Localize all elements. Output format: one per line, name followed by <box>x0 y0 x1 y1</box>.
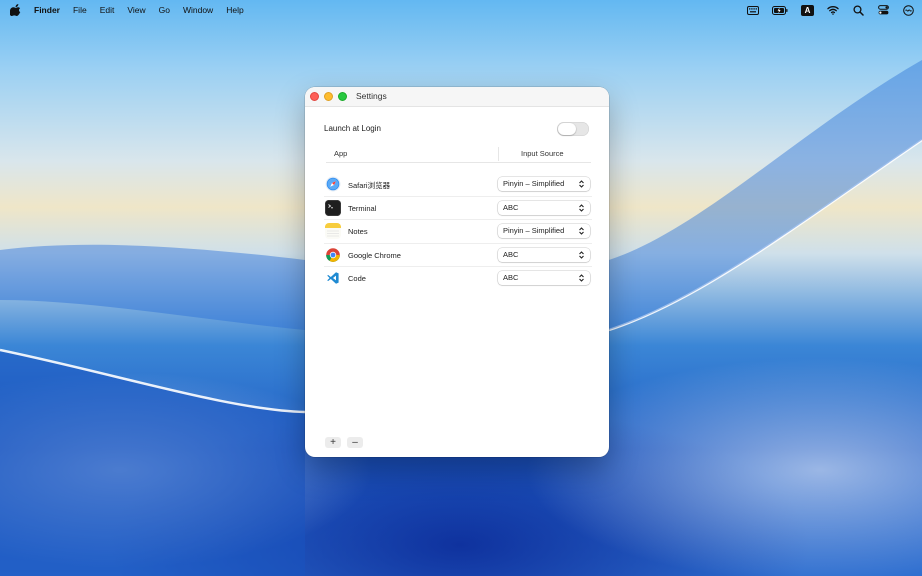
notes-icon <box>325 223 341 239</box>
app-name: Google Chrome <box>348 250 401 260</box>
table-row[interactable]: Google Chrome ABC <box>324 244 592 267</box>
apple-logo-icon[interactable] <box>10 4 22 16</box>
input-source-popup[interactable]: Pinyin – Simplified <box>498 224 590 238</box>
input-source-value: ABC <box>503 202 519 212</box>
add-app-button[interactable]: + <box>325 437 341 448</box>
input-source-popup[interactable]: ABC <box>498 247 590 262</box>
menu-edit[interactable]: Edit <box>100 5 115 15</box>
launch-at-login-toggle[interactable] <box>557 122 589 136</box>
remove-app-button[interactable]: – <box>347 437 363 448</box>
table-row[interactable]: Safari浏览器 Pinyin – Simplified <box>324 173 592 197</box>
app-name: Notes <box>348 227 368 236</box>
input-source-popup[interactable]: Pinyin – Simplified <box>498 177 590 191</box>
settings-window: Settings Launch at Login App Input Sourc… <box>305 87 609 457</box>
column-header-input-source[interactable]: Input Source <box>521 149 564 158</box>
menu-bar: Finder File Edit View Go Window Help A <box>0 0 922 20</box>
column-divider <box>498 147 499 161</box>
window-title: Settings <box>356 91 387 101</box>
table-header: App Input Source <box>326 145 591 163</box>
chrome-icon <box>325 247 341 263</box>
app-name: Safari浏览器 <box>348 181 391 190</box>
input-source-popup[interactable]: ABC <box>498 271 590 285</box>
chevron-updown-icon <box>579 203 584 212</box>
zoom-button[interactable] <box>338 92 347 101</box>
app-name: Code <box>348 274 366 283</box>
menu-view[interactable]: View <box>127 5 145 15</box>
input-source-icon[interactable]: A <box>801 4 814 16</box>
siri-icon[interactable] <box>902 4 914 16</box>
keyboard-icon[interactable] <box>747 4 759 16</box>
toggle-knob <box>558 123 576 135</box>
chevron-updown-icon <box>579 274 584 282</box>
launch-at-login-label: Launch at Login <box>324 124 381 133</box>
minimize-button[interactable] <box>324 92 333 101</box>
menu-finder[interactable]: Finder <box>34 5 60 15</box>
control-center-icon[interactable] <box>877 4 889 16</box>
menu-window[interactable]: Window <box>183 5 213 15</box>
close-button[interactable] <box>310 92 319 101</box>
chevron-updown-icon <box>579 227 584 235</box>
app-name: Terminal <box>348 203 377 213</box>
safari-icon <box>325 176 341 192</box>
app-table: Safari浏览器 Pinyin – Simplified Terminal A… <box>324 173 592 291</box>
input-source-popup[interactable]: ABC <box>498 200 590 215</box>
battery-icon[interactable] <box>772 4 788 16</box>
menu-file[interactable]: File <box>73 5 87 15</box>
input-source-value: Pinyin – Simplified <box>503 179 565 188</box>
column-header-app[interactable]: App <box>334 149 347 158</box>
wifi-icon[interactable] <box>827 4 839 16</box>
table-row[interactable]: Code ABC <box>324 267 592 291</box>
menu-go[interactable]: Go <box>159 5 170 15</box>
input-source-value: ABC <box>503 273 519 282</box>
search-icon[interactable] <box>852 4 864 16</box>
menu-help[interactable]: Help <box>226 5 243 15</box>
input-source-value: Pinyin – Simplified <box>503 226 565 235</box>
input-source-value: ABC <box>503 249 519 259</box>
title-bar[interactable]: Settings <box>305 87 609 107</box>
terminal-icon <box>325 199 341 216</box>
chevron-updown-icon <box>579 180 584 188</box>
table-row[interactable]: Terminal ABC <box>324 197 592 220</box>
chevron-updown-icon <box>579 250 584 259</box>
table-row[interactable]: Notes Pinyin – Simplified <box>324 220 592 244</box>
vscode-icon <box>325 270 341 286</box>
